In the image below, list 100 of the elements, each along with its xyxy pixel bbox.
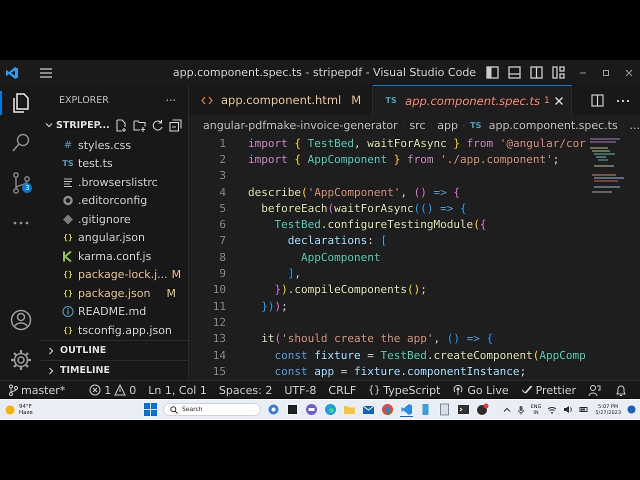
code-line: it('should create the app', () => { bbox=[260, 332, 494, 346]
maximize-icon[interactable] bbox=[601, 68, 611, 78]
microphone-icon[interactable] bbox=[516, 404, 525, 414]
info-icon bbox=[62, 305, 74, 318]
file-type-label: {} bbox=[62, 233, 74, 242]
status-item[interactable]: Go Live bbox=[452, 384, 509, 396]
new-folder-icon[interactable] bbox=[133, 118, 146, 132]
code-line: AppComponent bbox=[300, 250, 380, 264]
mail-icon[interactable] bbox=[362, 403, 375, 416]
line-number: 5 bbox=[218, 202, 227, 215]
breadcrumb-item[interactable]: app bbox=[437, 118, 458, 132]
file-item[interactable]: .browserslistrc bbox=[40, 173, 188, 192]
panel-toggle-icon[interactable] bbox=[508, 66, 521, 79]
bell-icon[interactable] bbox=[615, 384, 628, 396]
windows-start-icon[interactable] bbox=[144, 403, 157, 416]
settings-icon[interactable] bbox=[10, 348, 32, 372]
document-icon[interactable] bbox=[438, 403, 451, 416]
code-line: ], bbox=[286, 267, 301, 280]
file-item[interactable]: README.md bbox=[40, 302, 188, 321]
menu-icon[interactable] bbox=[39, 66, 53, 78]
more-actions-button[interactable]: ··· bbox=[166, 94, 176, 106]
search-icon bbox=[170, 406, 178, 414]
line-number: 13 bbox=[212, 332, 227, 346]
notification-icon[interactable] bbox=[627, 405, 636, 414]
code-line: describe('AppComponent', () => { bbox=[248, 186, 460, 199]
feedback-icon[interactable] bbox=[588, 384, 602, 396]
section-header[interactable]: OUTLINE bbox=[60, 345, 106, 356]
vscode-icon[interactable] bbox=[400, 402, 413, 416]
code-line: }).compileComponents(); bbox=[273, 283, 427, 296]
vscode-logo-icon bbox=[5, 66, 19, 80]
line-number: 10 bbox=[212, 283, 227, 296]
editor-tab[interactable]: TS app.component.spec.ts 1 bbox=[373, 85, 572, 115]
breadcrumb-item[interactable]: angular-pdfmake-invoice-generator bbox=[203, 118, 398, 132]
window-title: app.component.spec.ts - stripepdf - Visual Studio Code bbox=[172, 66, 478, 79]
section-header[interactable]: TIMELINE bbox=[60, 365, 110, 376]
code-line: const fixture = TestBed.createComponent(AppComp bbox=[273, 348, 586, 362]
file-type-label: {} bbox=[62, 326, 74, 335]
breadcrumb-item[interactable]: app.component.spec.ts bbox=[488, 118, 618, 132]
line-number: 9 bbox=[218, 267, 227, 280]
file-type-label: TS bbox=[385, 96, 398, 105]
double-check-icon bbox=[520, 384, 533, 396]
source-control-icon[interactable] bbox=[10, 171, 32, 195]
branch-button[interactable]: master* bbox=[8, 384, 66, 396]
file-item[interactable]: .gitignore bbox=[40, 210, 188, 228]
code-line: import { AppComponent } from './app.component'; bbox=[248, 152, 560, 166]
file-item[interactable]: {} tsconfig.app.json bbox=[40, 321, 188, 340]
file-type-label: TS bbox=[62, 159, 74, 168]
close-icon[interactable] bbox=[624, 68, 634, 78]
split-editor-icon[interactable] bbox=[591, 94, 604, 106]
file-item[interactable]: {} angular.json bbox=[40, 228, 188, 247]
line-number: 1 bbox=[218, 136, 227, 150]
wifi-icon[interactable] bbox=[547, 405, 558, 414]
branch-icon bbox=[8, 384, 18, 396]
battery-icon[interactable] bbox=[579, 405, 590, 414]
file-item[interactable]: # styles.css bbox=[40, 136, 188, 154]
warning-icon bbox=[114, 384, 126, 396]
file-item[interactable]: .editorconfig bbox=[40, 192, 188, 210]
chat-icon[interactable] bbox=[305, 403, 318, 416]
status-item[interactable]: Prettier bbox=[520, 384, 576, 396]
file-item[interactable]: {} package.json M bbox=[40, 284, 188, 302]
lines-icon bbox=[62, 176, 74, 189]
browser-icon[interactable] bbox=[324, 403, 337, 416]
status-item[interactable]: Ln 1, Col 1 bbox=[148, 384, 207, 396]
status-item[interactable]: CRLF bbox=[328, 384, 356, 396]
diamond-icon bbox=[62, 212, 74, 226]
line-number: 3 bbox=[218, 169, 227, 182]
widgets-icon[interactable] bbox=[267, 403, 280, 416]
circle-icon[interactable] bbox=[381, 403, 394, 416]
file-item[interactable]: karma.conf.js bbox=[40, 247, 188, 266]
refresh-icon[interactable] bbox=[151, 118, 164, 132]
file-item[interactable]: TS test.ts bbox=[40, 154, 188, 173]
git-status-label: M bbox=[166, 286, 176, 300]
code-line: beforeEach(waitForAsync(() => { bbox=[260, 202, 467, 215]
breadcrumb-item[interactable]: ... bbox=[629, 118, 640, 132]
terminal-icon[interactable] bbox=[457, 403, 470, 416]
status-item[interactable]: UTF-8 bbox=[284, 384, 316, 396]
folder-name[interactable]: STRIPEP... bbox=[56, 120, 110, 130]
status-item[interactable]: Spaces: 2 bbox=[218, 384, 272, 396]
chevron-up-icon[interactable] bbox=[502, 406, 511, 414]
breadcrumb-item[interactable]: src bbox=[409, 118, 426, 132]
speaker-icon[interactable] bbox=[563, 405, 574, 414]
sidebar-toggle-icon[interactable] bbox=[486, 66, 499, 79]
sidebar-title: EXPLORER bbox=[59, 94, 109, 106]
code-line: TestBed.configureTestingModule({ bbox=[273, 218, 486, 232]
square-icon[interactable] bbox=[286, 403, 299, 416]
chevron-right-icon[interactable] bbox=[47, 346, 55, 354]
account-icon[interactable] bbox=[10, 308, 32, 332]
layout-icon[interactable] bbox=[552, 66, 565, 79]
collapse-icon[interactable] bbox=[169, 118, 182, 132]
file-item[interactable]: {} package-lock.j... M bbox=[40, 266, 188, 284]
chevron-down-icon[interactable] bbox=[45, 121, 53, 129]
git-status-label: M bbox=[172, 268, 182, 282]
dark-circle-icon[interactable] bbox=[476, 403, 489, 416]
code-line: declarations: [ bbox=[286, 234, 388, 248]
status-item[interactable]: {} TypeScript bbox=[368, 384, 440, 396]
split-layout-icon[interactable] bbox=[530, 66, 543, 79]
line-number: 6 bbox=[218, 218, 227, 232]
problems-button[interactable]: 1 0 bbox=[89, 384, 136, 396]
new-file-icon[interactable] bbox=[115, 118, 128, 132]
chevron-right-icon[interactable] bbox=[47, 366, 55, 374]
